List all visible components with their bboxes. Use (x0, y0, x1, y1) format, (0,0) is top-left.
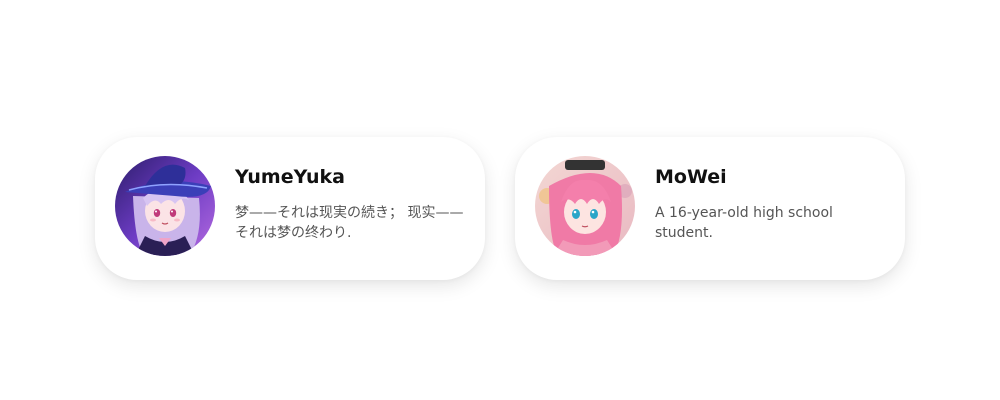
profile-card-yumeyuka[interactable]: YumeYuka 梦——それは现実の続き； 现实——それは梦の终わり. (95, 137, 485, 280)
profile-name: MoWei (655, 166, 727, 188)
profile-cards-stage: YumeYuka 梦——それは现実の続き； 现实——それは梦の终わり. MoWe… (0, 0, 1000, 400)
anime-girl-pink-hair-avatar-icon[interactable] (535, 156, 635, 256)
anime-girl-witch-hat-avatar-icon[interactable] (115, 156, 215, 256)
profile-bio: 梦——それは现実の続き； 现实——それは梦の终わり. (235, 205, 464, 241)
profile-name: YumeYuka (235, 166, 345, 188)
profile-card-mowei[interactable]: MoWei A 16-year-old high school student. (515, 137, 905, 280)
profile-bio: A 16-year-old high school student. (655, 205, 833, 241)
